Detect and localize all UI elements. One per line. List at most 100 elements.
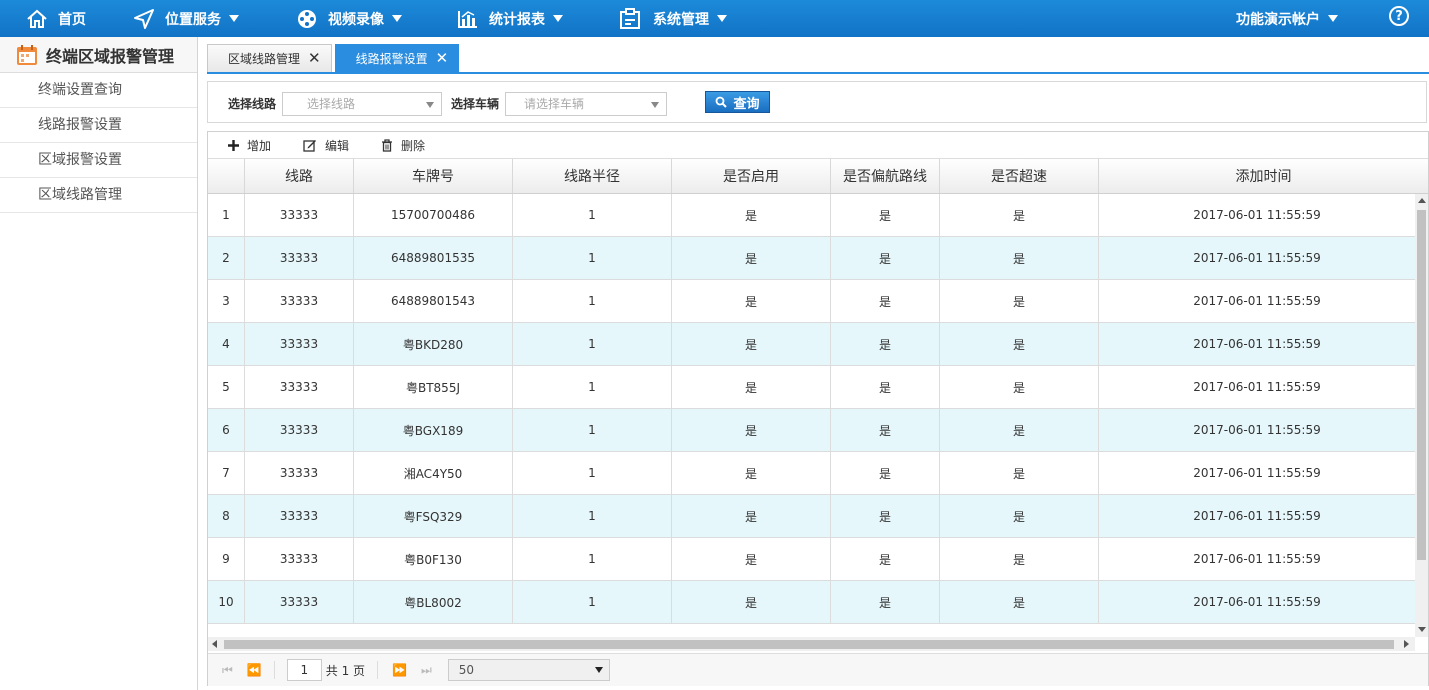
add-button-label: 增加	[247, 138, 272, 153]
prev-page-icon[interactable]: ⏪	[247, 663, 262, 677]
enabled-cell: 是	[672, 366, 831, 408]
horizontal-scrollbar[interactable]	[208, 637, 1415, 651]
table-row[interactable]: 2 33333 64889801535 1 是是是 2017-06-01 11:55:59	[208, 237, 1415, 280]
table-row[interactable]: 1 33333 15700700486 1 是是是 2017-06-01 11:55:59	[208, 194, 1415, 237]
deviation-cell: 是	[831, 538, 940, 580]
column-header[interactable]: 线路	[245, 159, 354, 193]
column-header[interactable]: 线路半径	[513, 159, 672, 193]
first-page-icon[interactable]: ⏮	[222, 663, 233, 678]
column-header[interactable]: 是否偏航路线	[831, 159, 940, 193]
scroll-down-icon[interactable]	[1418, 627, 1426, 632]
query-button-label: 查询	[733, 96, 760, 112]
time-cell: 2017-06-01 11:55:59	[1193, 208, 1321, 222]
chevron-down-icon	[1328, 15, 1338, 22]
route-cell: 33333	[245, 538, 354, 580]
chevron-down-icon	[426, 102, 434, 108]
column-header[interactable]: 车牌号	[354, 159, 513, 193]
table-row[interactable]: 6 33333 粤BGX189 1 是是是 2017-06-01 11:55:59	[208, 409, 1415, 452]
table-row[interactable]: 10 33333 粤BL8002 1 是是是 2017-06-01 11:55:59	[208, 581, 1415, 624]
table-row[interactable]: 7 33333 湘AC4Y50 1 是是是 2017-06-01 11:55:59	[208, 452, 1415, 495]
row-number: 1	[208, 194, 245, 236]
nav-item-system[interactable]: 系统管理	[619, 0, 727, 37]
sidebar-item-area-alarm[interactable]: 区域报警设置	[0, 143, 197, 178]
nav-item-video[interactable]: 视频录像	[296, 0, 402, 37]
nav-item-label: 视频录像	[328, 11, 384, 28]
plate-cell: 粤B0F130	[354, 538, 513, 580]
time-cell: 2017-06-01 11:55:59	[1193, 466, 1321, 480]
table-row[interactable]: 3 33333 64889801543 1 是是是 2017-06-01 11:55:59	[208, 280, 1415, 323]
nav-item-reports[interactable]: 统计报表	[457, 0, 563, 37]
horizontal-scroll-thumb[interactable]	[224, 640, 1394, 649]
close-icon[interactable]: ✕	[308, 51, 321, 66]
row-number: 2	[208, 237, 245, 279]
vertical-scrollbar[interactable]	[1415, 194, 1428, 637]
query-button[interactable]: 查询	[705, 91, 770, 113]
row-number: 6	[208, 409, 245, 451]
account-menu[interactable]: 功能演示帐户	[1236, 0, 1338, 37]
enabled-cell: 是	[672, 452, 831, 494]
plate-cell: 粤BT855J	[354, 366, 513, 408]
row-number: 7	[208, 452, 245, 494]
tab-area-route[interactable]: 区域线路管理 ✕	[207, 44, 332, 72]
column-header[interactable]: 添加时间	[1099, 159, 1428, 193]
scroll-right-icon[interactable]	[1404, 640, 1409, 648]
vehicle-select[interactable]: 请选择车辆	[505, 92, 667, 116]
vertical-scroll-thumb[interactable]	[1417, 210, 1426, 560]
radius-cell: 1	[513, 581, 672, 623]
page-number-input[interactable]: 1	[286, 659, 322, 681]
close-icon[interactable]: ✕	[436, 51, 449, 66]
help-icon[interactable]: ?	[1389, 6, 1409, 26]
time-cell: 2017-06-01 11:55:59	[1193, 337, 1321, 351]
sidebar: 终端区域报警管理 终端设置查询 线路报警设置 区域报警设置 区域线路管理	[0, 37, 198, 690]
edit-button[interactable]: 编辑	[303, 137, 349, 154]
add-button[interactable]: 增加	[228, 137, 271, 154]
table-row[interactable]: 8 33333 粤FSQ329 1 是是是 2017-06-01 11:55:59	[208, 495, 1415, 538]
deviation-cell: 是	[831, 452, 940, 494]
deviation-cell: 是	[831, 280, 940, 322]
delete-button[interactable]: 删除	[381, 137, 425, 154]
account-label: 功能演示帐户	[1236, 11, 1320, 28]
row-number: 8	[208, 495, 245, 537]
time-cell: 2017-06-01 11:55:59	[1193, 380, 1321, 394]
route-select-placeholder: 选择线路	[307, 97, 356, 111]
tab-route-alarm[interactable]: 线路报警设置 ✕	[334, 44, 460, 72]
location-arrow-icon	[134, 8, 154, 29]
page-size-select[interactable]: 50	[447, 659, 610, 681]
nav-item-home[interactable]: 首页	[26, 0, 86, 37]
search-icon	[716, 96, 728, 108]
scroll-up-icon[interactable]	[1418, 198, 1426, 203]
row-number: 5	[208, 366, 245, 408]
table-row[interactable]: 9 33333 粤B0F130 1 是是是 2017-06-01 11:55:59	[208, 538, 1415, 581]
route-cell: 33333	[245, 452, 354, 494]
sidebar-item-terminal-settings[interactable]: 终端设置查询	[0, 73, 197, 108]
table-row[interactable]: 4 33333 粤BKD280 1 是是是 2017-06-01 11:55:59	[208, 323, 1415, 366]
route-filter-label: 选择线路	[228, 97, 277, 111]
filter-panel: 选择线路 选择线路 选择车辆 请选择车辆 查询	[207, 81, 1427, 123]
last-page-icon[interactable]: ⏭	[421, 663, 432, 678]
page-total-label: 共 1 页	[325, 663, 366, 678]
nav-item-location[interactable]: 位置服务	[133, 0, 239, 37]
time-cell: 2017-06-01 11:55:59	[1193, 294, 1321, 308]
plate-cell: 粤BGX189	[354, 409, 513, 451]
scroll-left-icon[interactable]	[212, 640, 217, 648]
sidebar-header: 终端区域报警管理	[0, 37, 197, 73]
column-header[interactable]: 是否启用	[672, 159, 831, 193]
route-select[interactable]: 选择线路	[282, 92, 442, 116]
table-row[interactable]: 5 33333 粤BT855J 1 是是是 2017-06-01 11:55:59	[208, 366, 1415, 409]
chevron-down-icon	[594, 667, 603, 673]
route-cell: 33333	[245, 366, 354, 408]
overspeed-cell: 是	[940, 323, 1099, 365]
top-nav-bar: 首页 位置服务 视频录像 统计报表 系统管理 功能演示帐户 ?	[0, 0, 1429, 37]
sidebar-item-route-alarm[interactable]: 线路报警设置	[0, 108, 197, 143]
overspeed-cell: 是	[940, 409, 1099, 451]
table-header: 线路 车牌号 线路半径 是否启用 是否偏航路线 是否超速 添加时间	[208, 159, 1428, 194]
column-header[interactable]: 是否超速	[940, 159, 1099, 193]
sidebar-item-area-route[interactable]: 区域线路管理	[0, 178, 197, 213]
delete-button-label: 删除	[401, 138, 426, 153]
route-cell: 33333	[245, 495, 354, 537]
pager-divider	[273, 661, 275, 679]
next-page-icon[interactable]: ⏩	[392, 663, 407, 677]
nav-item-label: 统计报表	[489, 11, 545, 28]
tab-bar: 区域线路管理 ✕ 线路报警设置 ✕	[207, 44, 462, 73]
deviation-cell: 是	[831, 581, 940, 623]
